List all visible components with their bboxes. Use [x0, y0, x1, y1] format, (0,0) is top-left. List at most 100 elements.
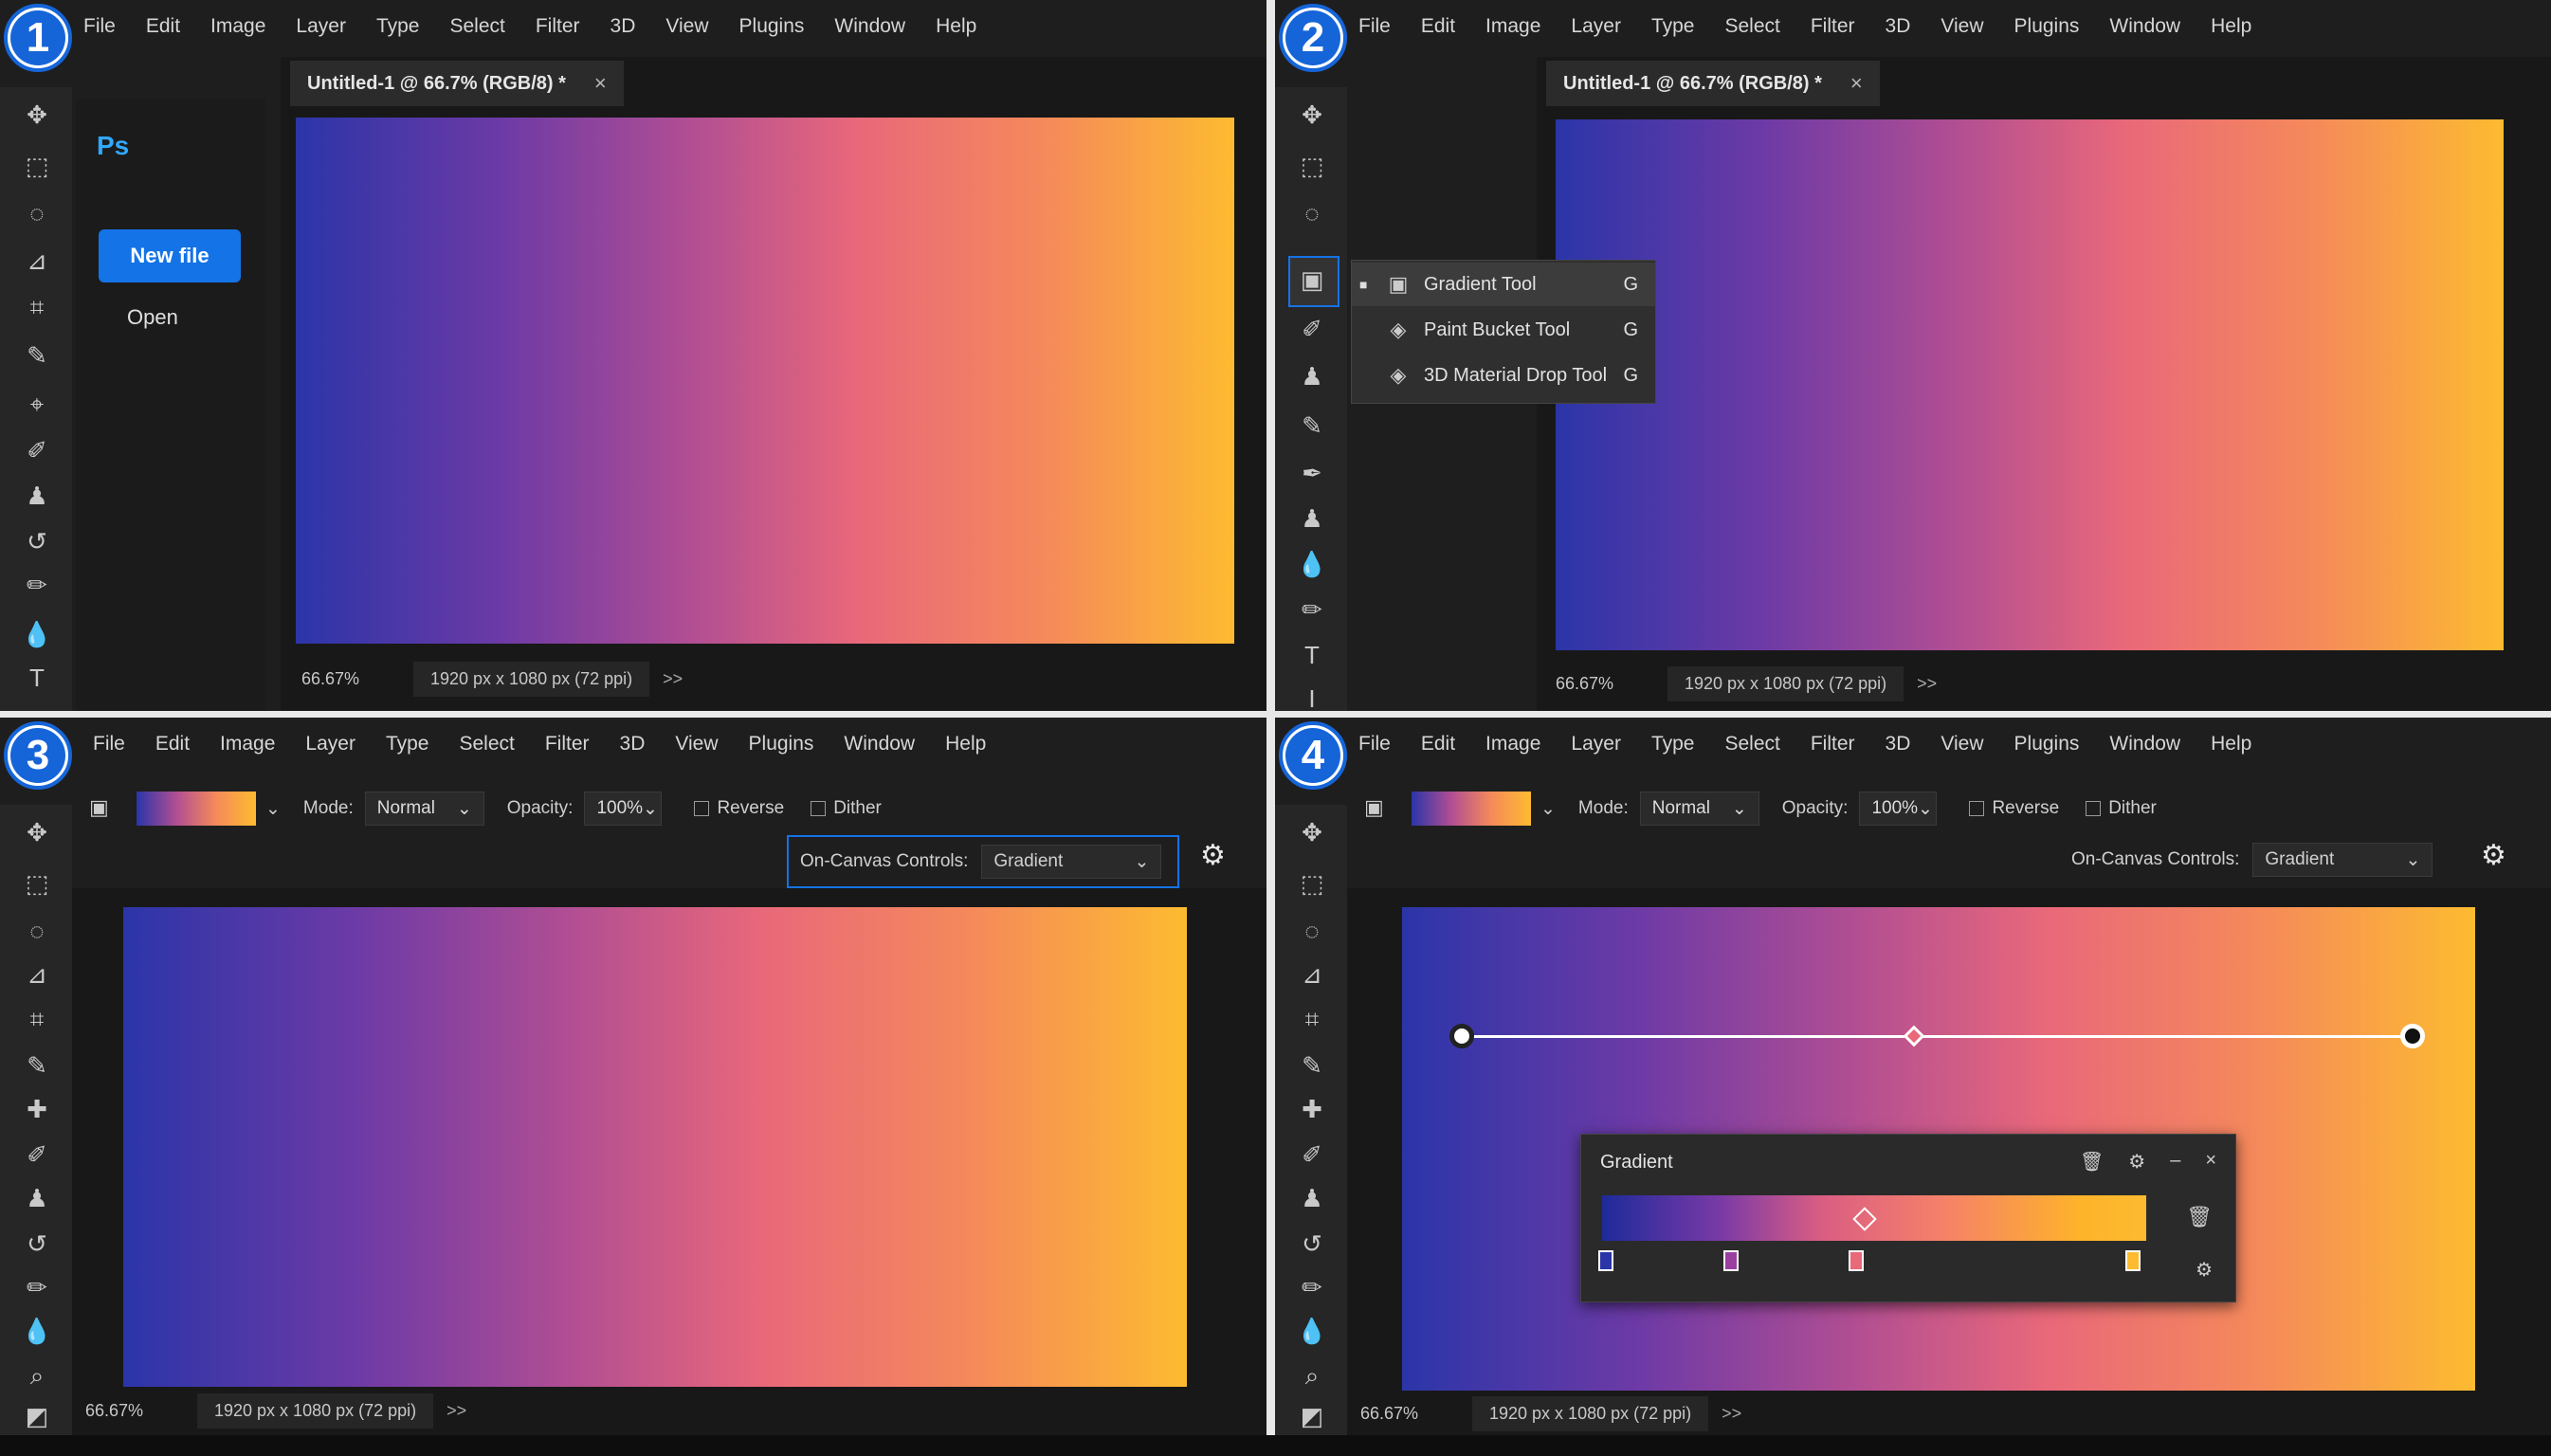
gradient-control-line[interactable]: [1462, 1035, 2412, 1038]
eraser-tool-icon[interactable]: ✏: [19, 1269, 55, 1305]
crop-tool-icon[interactable]: ⌗: [19, 1002, 55, 1038]
on-canvas-controls-select[interactable]: Gradient ⌄: [2252, 843, 2433, 877]
gradient-tool-icon[interactable]: ▣: [1294, 262, 1330, 298]
blur-tool-icon[interactable]: 💧: [19, 1313, 55, 1349]
marquee-tool-icon[interactable]: ⬚: [1294, 148, 1330, 184]
eyedropper-tool-icon[interactable]: ✎: [1294, 408, 1330, 444]
menu-window[interactable]: Window: [2109, 15, 2180, 38]
menu-3d[interactable]: 3D: [1886, 15, 1911, 38]
stamp-tool-icon[interactable]: ♟: [19, 1180, 55, 1216]
gradient-tool-preset-icon[interactable]: ▣: [89, 795, 116, 822]
history-brush-tool-icon[interactable]: ↺: [19, 523, 55, 559]
new-file-button[interactable]: New file: [99, 229, 241, 282]
close-icon[interactable]: ×: [1850, 71, 1863, 96]
menu-filter[interactable]: Filter: [545, 733, 590, 755]
document-tab[interactable]: Untitled-1 @ 66.7% (RGB/8) * ×: [290, 61, 624, 106]
menu-filter[interactable]: Filter: [1811, 15, 1855, 38]
move-tool-icon[interactable]: ✥: [1294, 97, 1330, 133]
reverse-checkbox[interactable]: [694, 801, 710, 816]
menu-layer[interactable]: Layer: [305, 733, 355, 755]
menu-edit[interactable]: Edit: [146, 15, 180, 38]
menu-select[interactable]: Select: [449, 15, 504, 38]
object-select-tool-icon[interactable]: ⊿: [1294, 956, 1330, 992]
dither-checkbox[interactable]: [2086, 801, 2102, 816]
eraser-tool-icon[interactable]: ✏: [19, 567, 55, 603]
menu-image[interactable]: Image: [220, 733, 275, 755]
menu-image[interactable]: Image: [1485, 15, 1540, 38]
document-tab[interactable]: Untitled-1 @ 66.7% (RGB/8) * ×: [1546, 61, 1880, 106]
menu-layer[interactable]: Layer: [1571, 733, 1621, 755]
opacity-field[interactable]: 100% ⌄: [1859, 792, 1938, 826]
menu-plugins[interactable]: Plugins: [2014, 733, 2080, 755]
dither-checkbox[interactable]: [811, 801, 827, 816]
opacity-field[interactable]: 100% ⌄: [584, 792, 663, 826]
menu-window[interactable]: Window: [2109, 733, 2180, 755]
menu-view[interactable]: View: [665, 15, 708, 38]
menu-image[interactable]: Image: [210, 15, 265, 38]
menu-type[interactable]: Type: [1651, 15, 1695, 38]
blur-tool-icon[interactable]: 💧: [1294, 546, 1330, 582]
flyout-paint-bucket-tool[interactable]: ◈ Paint Bucket Tool G: [1352, 308, 1655, 352]
color-stop-2[interactable]: [1723, 1250, 1739, 1271]
more-icon[interactable]: >>: [663, 669, 683, 689]
menu-file[interactable]: File: [1358, 733, 1391, 755]
menu-filter[interactable]: Filter: [1811, 733, 1855, 755]
minimize-icon[interactable]: –: [2170, 1150, 2180, 1174]
ruler-tool-icon[interactable]: ⌖: [19, 387, 55, 423]
object-select-tool-icon[interactable]: ⊿: [19, 243, 55, 279]
menu-plugins[interactable]: Plugins: [749, 733, 814, 755]
pen-tool-icon[interactable]: ✒: [1294, 455, 1330, 491]
edit-toolbar-icon[interactable]: ◩: [1294, 1398, 1330, 1434]
marquee-tool-icon[interactable]: ⬚: [19, 148, 55, 184]
menu-select[interactable]: Select: [1724, 733, 1779, 755]
blur-tool-icon[interactable]: 💧: [19, 616, 55, 652]
chevron-down-icon[interactable]: ⌄: [1540, 798, 1556, 820]
brush-tool-icon[interactable]: ✐: [19, 1137, 55, 1173]
move-tool-icon[interactable]: ✥: [1294, 814, 1330, 850]
menu-window[interactable]: Window: [834, 15, 905, 38]
crop-tool-icon[interactable]: ⌗: [1294, 1002, 1330, 1038]
menu-file[interactable]: File: [1358, 15, 1391, 38]
eyedropper-tool-icon[interactable]: ✎: [19, 337, 55, 373]
menu-3d[interactable]: 3D: [1886, 733, 1911, 755]
lasso-tool-icon[interactable]: ◌: [1294, 913, 1330, 949]
flyout-3d-material-drop-tool[interactable]: ◈ 3D Material Drop Tool G: [1352, 354, 1655, 397]
gear-icon[interactable]: ⚙: [2128, 1150, 2145, 1174]
menu-layer[interactable]: Layer: [1571, 15, 1621, 38]
reverse-checkbox[interactable]: [1969, 801, 1985, 816]
zoom-tool-icon[interactable]: ⌕: [1294, 1358, 1330, 1394]
menu-filter[interactable]: Filter: [536, 15, 580, 38]
stamp-tool-icon[interactable]: ♟: [1294, 1180, 1330, 1216]
zoom-level[interactable]: 66.67%: [72, 1401, 197, 1421]
brush-tool-icon[interactable]: ✐: [1294, 1137, 1330, 1173]
object-select-tool-icon[interactable]: ⊿: [19, 956, 55, 992]
menu-type[interactable]: Type: [376, 15, 420, 38]
lasso-tool-icon[interactable]: ◌: [19, 913, 55, 949]
menu-image[interactable]: Image: [1485, 733, 1540, 755]
history-brush-tool-icon[interactable]: ↺: [19, 1226, 55, 1262]
open-link[interactable]: Open: [127, 305, 178, 330]
gradient-start-handle[interactable]: [1449, 1024, 1474, 1048]
marquee-tool-icon[interactable]: ⬚: [19, 865, 55, 901]
path-select-tool-icon[interactable]: I: [1294, 681, 1330, 712]
eraser-tool-icon[interactable]: ✏: [1294, 592, 1330, 628]
chevron-down-icon[interactable]: ⌄: [265, 798, 281, 820]
edit-toolbar-icon[interactable]: ◩: [19, 1398, 55, 1434]
menu-view[interactable]: View: [675, 733, 718, 755]
menu-type[interactable]: Type: [1651, 733, 1695, 755]
menu-select[interactable]: Select: [459, 733, 514, 755]
menu-view[interactable]: View: [1941, 15, 1983, 38]
gear-icon[interactable]: ⚙: [2481, 839, 2506, 872]
color-stop-4[interactable]: [2125, 1250, 2141, 1271]
eraser-tool-icon[interactable]: ✏: [1294, 1269, 1330, 1305]
more-icon[interactable]: >>: [1722, 1404, 1741, 1424]
zoom-tool-icon[interactable]: ⌕: [19, 1358, 55, 1394]
menu-edit[interactable]: Edit: [1421, 733, 1455, 755]
type-tool-icon[interactable]: T: [19, 660, 55, 696]
gradient-tool-preset-icon[interactable]: ▣: [1364, 795, 1391, 822]
menu-file[interactable]: File: [93, 733, 125, 755]
menu-edit[interactable]: Edit: [1421, 15, 1455, 38]
canvas[interactable]: [123, 907, 1187, 1387]
stamp-tool-icon[interactable]: ♟: [1294, 358, 1330, 394]
crop-tool-icon[interactable]: ⌗: [19, 290, 55, 326]
